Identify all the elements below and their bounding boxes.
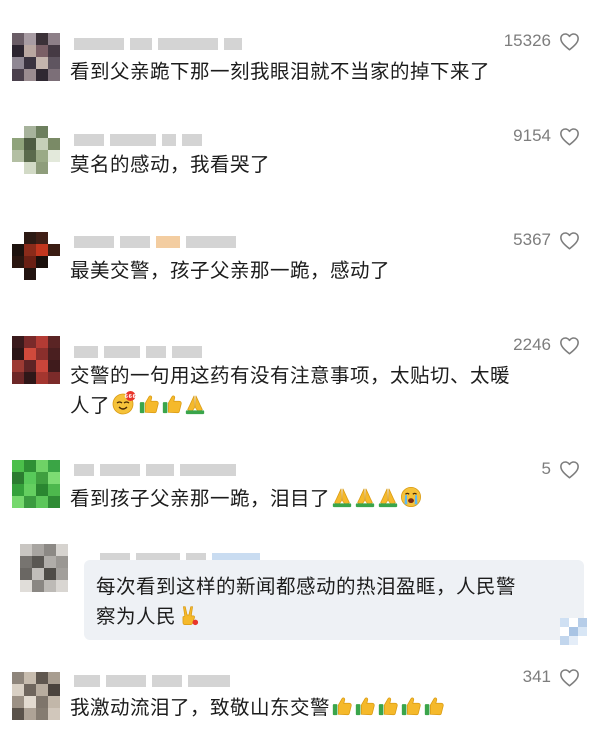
folded-hands-icon xyxy=(331,486,353,508)
comment-text-line: 交警的一句用这药有没有注意事项，太贴切、太暖 xyxy=(70,364,511,387)
avatar[interactable] xyxy=(12,336,60,384)
avatar[interactable] xyxy=(12,232,60,280)
thumbs-up-icon xyxy=(400,695,422,717)
heart-outline-icon[interactable] xyxy=(559,668,580,687)
crying-face-icon xyxy=(400,486,422,508)
username[interactable] xyxy=(74,345,202,359)
like-count: 341 xyxy=(522,667,551,686)
comment-text: 最美交警，孩子父亲那一跪，感动了 xyxy=(70,256,580,286)
like-count: 9154 xyxy=(513,126,551,145)
username[interactable] xyxy=(74,133,202,147)
heart-outline-icon[interactable] xyxy=(559,32,580,51)
folded-hands-icon xyxy=(377,486,399,508)
avatar[interactable] xyxy=(12,33,60,81)
comment-text: 看到孩子父亲那一跪，泪目了 xyxy=(70,484,580,514)
username[interactable] xyxy=(74,235,236,249)
victory-hand-icon xyxy=(177,604,199,626)
like-control[interactable]: 5 xyxy=(542,459,580,479)
like-count: 5 xyxy=(541,459,551,478)
heart-outline-icon[interactable] xyxy=(559,460,580,479)
avatar[interactable] xyxy=(12,126,60,174)
comment-text-line-2: 察为人民 xyxy=(96,602,576,632)
comment-text-line: 我激动流泪了，致敬山东交警 xyxy=(70,696,331,719)
like-count: 5367 xyxy=(513,230,551,249)
thumbs-up-icon xyxy=(138,393,160,415)
thumbs-up-icon xyxy=(377,695,399,717)
thumbs-up-icon xyxy=(423,695,445,717)
thumbs-up-icon xyxy=(161,393,183,415)
comment-text-line-2: 人了 xyxy=(70,391,580,421)
like-control[interactable]: 341 xyxy=(523,667,580,687)
comment-text-line: 每次看到这样的新闻都感动的热泪盈眶，人民警 xyxy=(96,575,517,598)
comment-text-tail: 人了 xyxy=(70,394,111,417)
folded-hands-icon xyxy=(184,393,206,415)
comment-text: 我激动流泪了，致敬山东交警 xyxy=(70,693,580,723)
comment-text-line: 莫名的感动，我看哭了 xyxy=(70,153,271,176)
avatar[interactable] xyxy=(12,672,60,720)
thumbs-up-icon xyxy=(354,695,376,717)
heart-outline-icon[interactable] xyxy=(559,127,580,146)
heart-outline-icon[interactable] xyxy=(559,336,580,355)
like-control[interactable]: 2246 xyxy=(513,335,580,355)
like-control[interactable]: 9154 xyxy=(513,126,580,146)
folded-hands-icon xyxy=(354,486,376,508)
username[interactable] xyxy=(74,674,230,688)
like-control[interactable]: 5367 xyxy=(513,230,580,250)
username[interactable] xyxy=(74,37,242,51)
username[interactable] xyxy=(74,463,236,477)
comment-text-line: 最美交警，孩子父亲那一跪，感动了 xyxy=(70,259,391,282)
comment-text-line: 看到孩子父亲那一跪，泪目了 xyxy=(70,487,331,510)
like-count: 15326 xyxy=(503,31,551,50)
avatar[interactable] xyxy=(12,460,60,508)
like-control[interactable]: 15326 xyxy=(504,31,580,51)
like-count: 2246 xyxy=(513,335,551,354)
avatar[interactable] xyxy=(20,544,68,592)
comment-text: 看到父亲跪下那一刻我眼泪就不当家的掉下来了 xyxy=(70,57,580,87)
comment-text-tail: 察为人民 xyxy=(96,605,177,628)
thumbs-up-icon xyxy=(331,695,353,717)
blurred-patch xyxy=(560,618,587,645)
comment-text: 每次看到这样的新闻都感动的热泪盈眶，人民警 察为人民 xyxy=(96,572,576,632)
comment-text: 交警的一句用这药有没有注意事项，太贴切、太暖 人了 xyxy=(70,361,580,421)
emoji-666-face-icon xyxy=(111,391,137,415)
comment-text: 莫名的感动，我看哭了 xyxy=(70,150,580,180)
heart-outline-icon[interactable] xyxy=(559,231,580,250)
comment-text-line: 看到父亲跪下那一刻我眼泪就不当家的掉下来了 xyxy=(70,60,491,83)
